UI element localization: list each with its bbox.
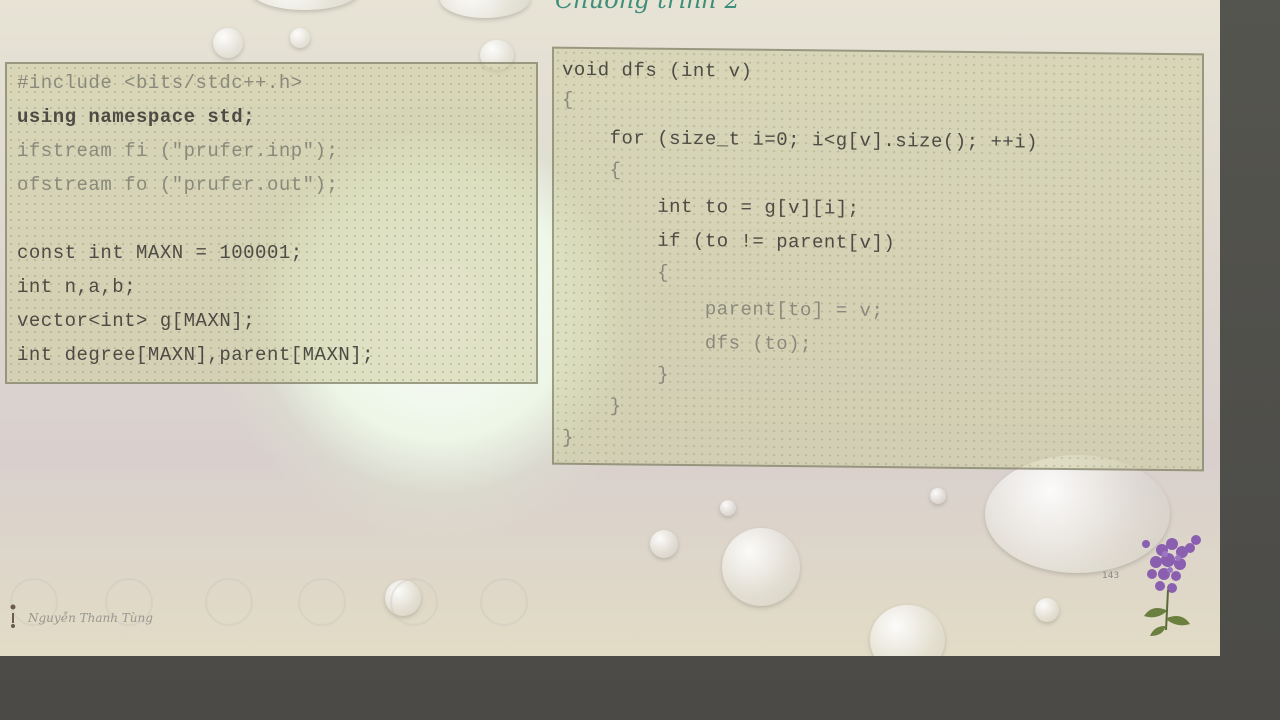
code-line: const int MAXN = 100001; [17,242,303,264]
water-drop [722,528,800,606]
water-drop [1035,598,1059,622]
projector-screen: Chương trình 2 #include <bits/stdc++.h> … [0,0,1280,720]
water-drop [930,488,946,504]
code-line: } [562,362,670,386]
code-line: ifstream fi ("prufer.inp"); [17,140,339,162]
bullet-mark-icon [10,604,16,628]
code-line: void dfs (int v) [562,58,753,83]
code-line: #include <bits/stdc++.h> [17,72,303,94]
water-drop [870,605,945,656]
code-line: int degree[MAXN],parent[MAXN]; [17,344,375,366]
lilac-flower-icon [1142,535,1201,636]
water-drop [290,28,310,48]
code-line: ofstream fo ("prufer.out"); [17,174,339,196]
author-name: Nguyễn Thanh Tùng [28,611,153,625]
water-drop [650,530,678,558]
page-number: 143 [1102,571,1120,581]
code-block-dfs-function: void dfs (int v) { for (size_t i=0; i<g[… [552,46,1204,472]
code-line: if (to != parent[v]) [562,228,896,255]
water-drop [720,500,736,516]
code-line: { [562,158,622,182]
code-line: } [562,394,622,418]
forward-icon[interactable] [205,578,253,626]
code-line: parent[to] = v; [562,296,884,323]
code-line: using namespace std; [17,106,256,128]
code-line: } [562,426,574,449]
water-drop [440,0,530,18]
code-line: int n,a,b; [17,276,137,298]
slide-title: Chương trình 2 [555,0,740,14]
code-line: for (size_t i=0; i<g[v].size(); ++i) [562,126,1039,154]
code-block-declarations: #include <bits/stdc++.h> using namespace… [5,62,538,384]
menu-icon[interactable] [298,578,346,626]
code-line: { [562,88,574,111]
code-line: dfs (to); [562,330,812,356]
code-line: int to = g[v][i]; [562,194,860,220]
water-drop [213,28,243,58]
presentation-slide: Chương trình 2 #include <bits/stdc++.h> … [0,0,1220,656]
water-drop [250,0,360,10]
code-line: vector<int> g[MAXN]; [17,310,256,332]
search-icon[interactable] [390,578,438,626]
code-line: { [562,260,670,284]
end-icon[interactable] [480,578,528,626]
